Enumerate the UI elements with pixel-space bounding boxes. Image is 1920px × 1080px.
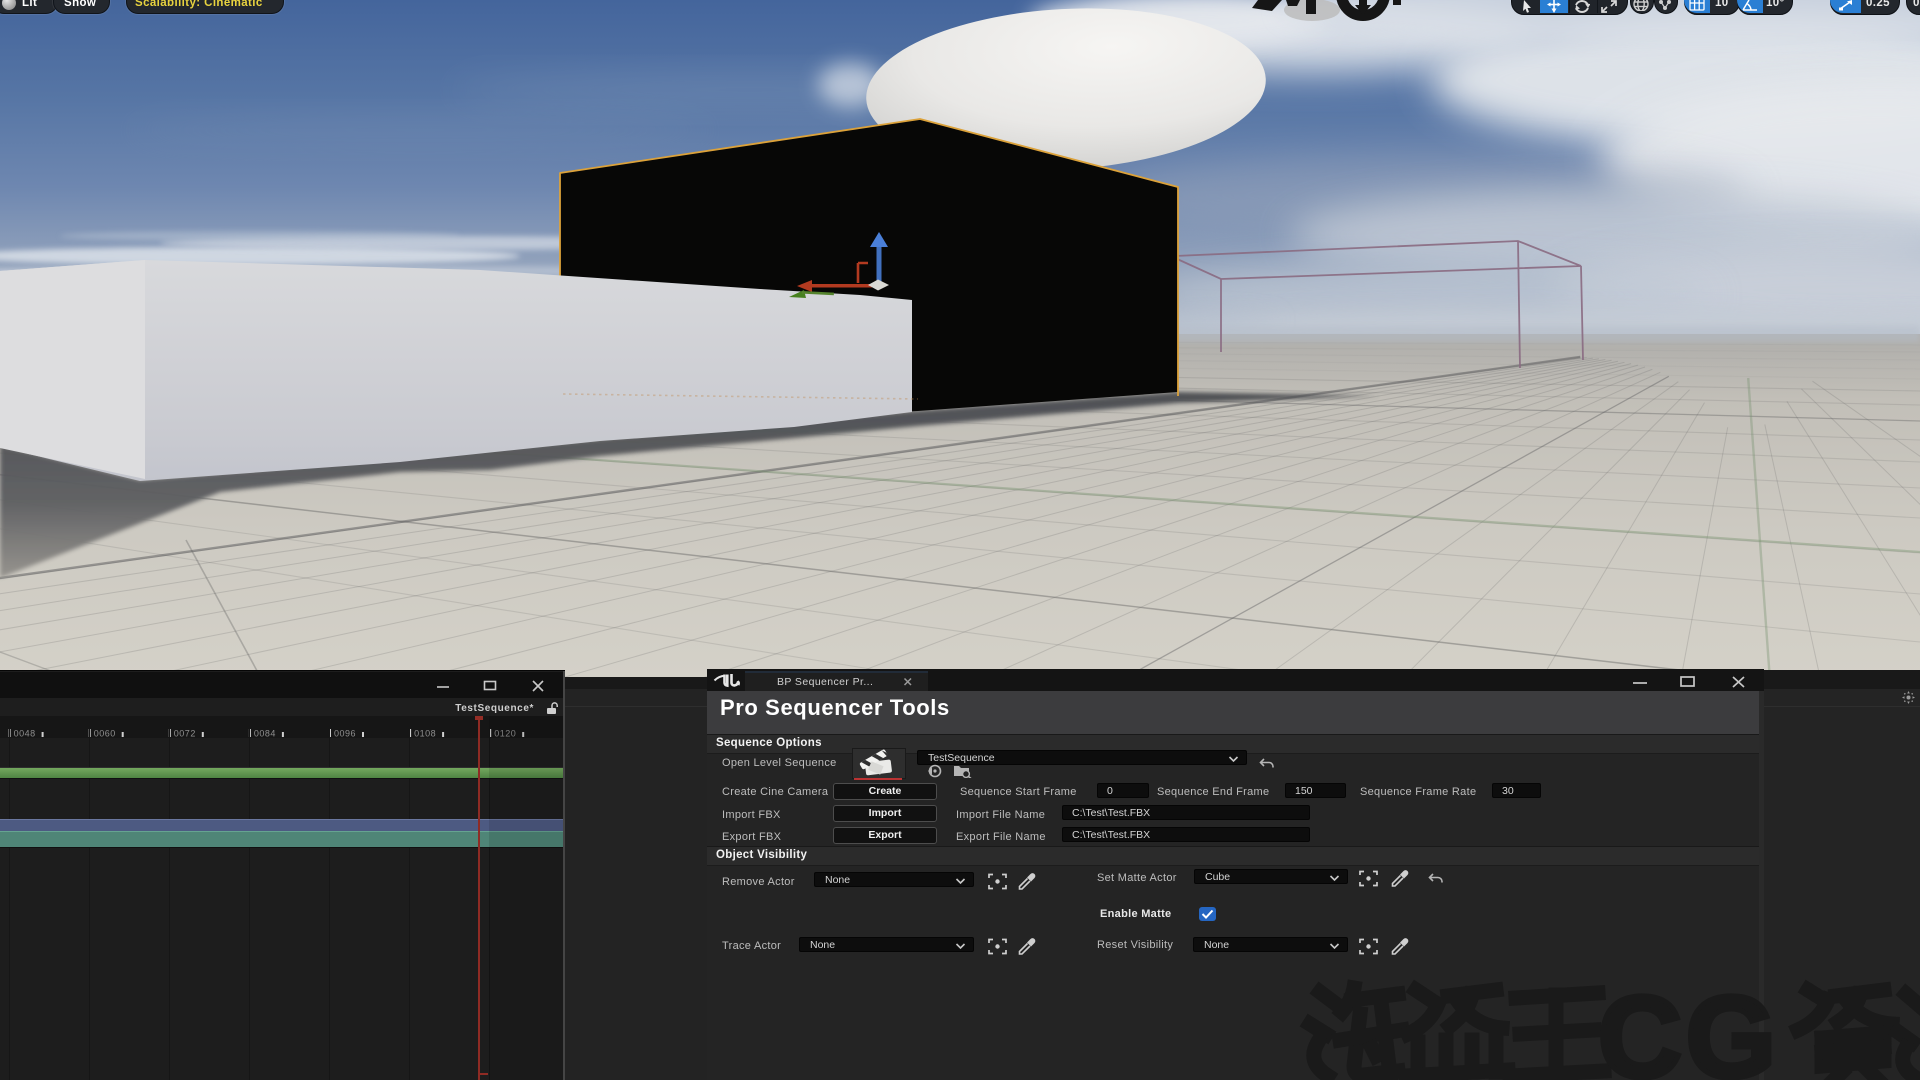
svg-text:0048: 0048 [14,729,36,739]
svg-text:0108: 0108 [414,729,436,739]
svg-text:0072: 0072 [174,729,196,739]
svg-text:0096: 0096 [334,729,356,739]
svg-text:0084: 0084 [254,729,276,739]
svg-text:0060: 0060 [94,729,116,739]
